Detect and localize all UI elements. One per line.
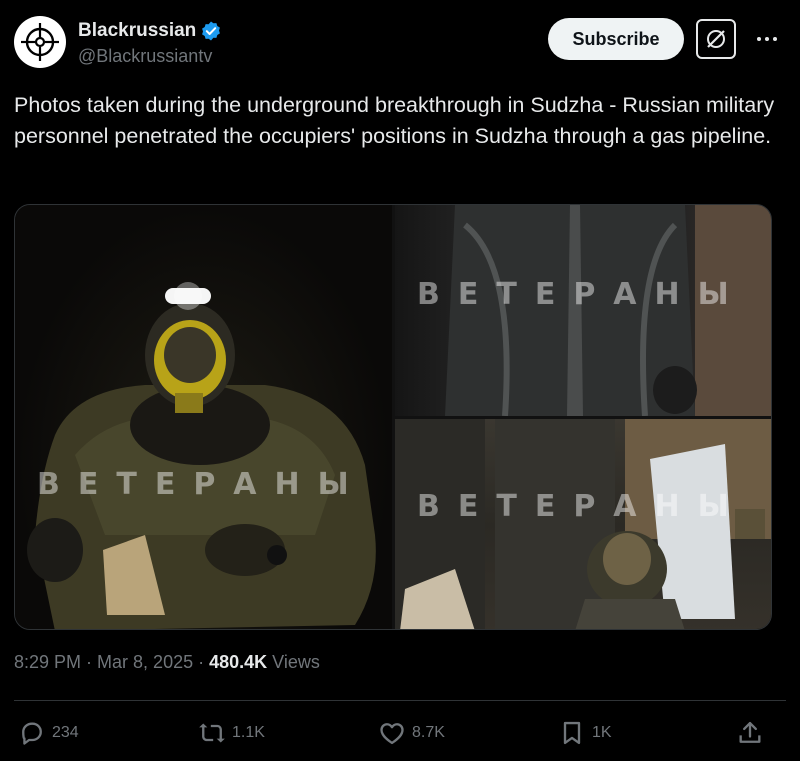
avatar[interactable] <box>14 16 66 68</box>
meta-separator: · <box>86 652 93 672</box>
crosshair-avatar-icon <box>21 23 59 61</box>
soldier-with-headlamp-image <box>27 282 376 629</box>
like-count: 8.7K <box>412 724 445 741</box>
tweet-date[interactable]: Mar 8, 2025 <box>97 652 193 673</box>
repost-count: 1.1K <box>232 724 265 741</box>
verified-badge-icon[interactable] <box>200 20 222 42</box>
subscribe-button[interactable]: Subscribe <box>548 18 684 60</box>
grok-icon <box>707 30 725 48</box>
grok-button[interactable] <box>696 19 736 59</box>
bookmark-button[interactable]: 1K <box>558 716 612 750</box>
watermark-text: ВЕТЕРАНЫ <box>417 489 747 524</box>
bookmark-icon <box>563 721 581 745</box>
share-button[interactable] <box>736 716 764 750</box>
divider <box>14 700 786 701</box>
action-bar: 234 1.1K 8.7K 1K <box>14 716 774 750</box>
like-button[interactable]: 8.7K <box>378 716 445 750</box>
tweet-time[interactable]: 8:29 PM <box>14 652 81 673</box>
more-icon <box>757 37 777 41</box>
tweet-meta: 8:29 PM · Mar 8, 2025 · 480.4K Views <box>14 652 320 673</box>
like-icon <box>380 723 404 745</box>
views-label: Views <box>272 652 320 672</box>
watermark-text: ВЕТЕРАНЫ <box>417 277 747 312</box>
reply-button[interactable]: 234 <box>18 716 79 750</box>
user-handle[interactable]: @Blackrussiantv <box>78 46 222 67</box>
views-count[interactable]: 480.4K <box>209 652 267 673</box>
soldiers-in-trench-image <box>395 419 771 629</box>
reply-icon <box>22 722 42 745</box>
repost-button[interactable]: 1.1K <box>198 716 265 750</box>
watermark-text: ВЕТЕРАНЫ <box>37 467 367 502</box>
bookmark-count: 1K <box>592 724 612 741</box>
media-photo-jacket[interactable]: ВЕТЕРАНЫ <box>395 205 771 416</box>
repost-icon <box>199 723 225 743</box>
tweet-header: Blackrussian @Blackrussiantv Subscribe <box>14 14 786 72</box>
user-info: Blackrussian @Blackrussiantv <box>78 20 222 67</box>
display-name[interactable]: Blackrussian <box>78 20 196 42</box>
media-photo-diver[interactable]: ВЕТЕРАНЫ <box>15 205 392 629</box>
media-photo-group[interactable]: ВЕТЕРАНЫ <box>395 419 771 629</box>
media-grid[interactable]: ВЕТЕРАНЫ ВЕТЕРАНЫ ВЕТЕРАНЫ <box>14 204 772 630</box>
more-button[interactable] <box>750 22 784 56</box>
meta-separator: · <box>198 652 205 672</box>
share-icon <box>739 721 761 743</box>
tweet-text: Photos taken during the underground brea… <box>14 93 775 148</box>
reply-count: 234 <box>52 724 79 741</box>
